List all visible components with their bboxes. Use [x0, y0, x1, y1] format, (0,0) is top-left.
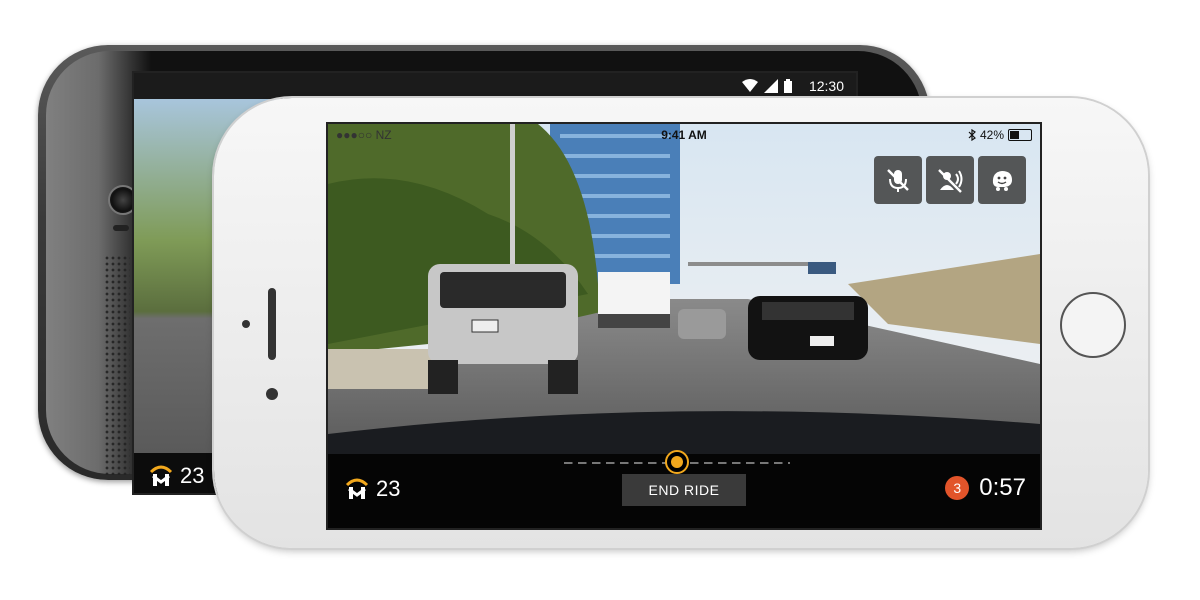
- iphone-earpiece: [268, 288, 276, 360]
- battery-status: 42%: [968, 128, 1032, 142]
- alert-count-badge: 3: [945, 476, 970, 500]
- android-sensor: [113, 225, 129, 231]
- battery-icon: [1008, 129, 1032, 141]
- android-status-bar: 12:30: [134, 73, 856, 99]
- ride-progress-knob[interactable]: [665, 450, 689, 474]
- waze-button[interactable]: [978, 156, 1026, 204]
- signal-icon: [764, 79, 778, 93]
- wifi-icon: [742, 79, 758, 92]
- android-speaker-grille: [104, 255, 130, 475]
- mute-voice-icon: [938, 169, 963, 193]
- android-score-value: 23: [180, 463, 205, 488]
- home-button[interactable]: [1060, 292, 1126, 358]
- bluetooth-icon: [968, 129, 976, 141]
- iphone-screen: ●●●○○ NZ 9:41 AM 42% 23 END RIDE 3 0:57: [326, 122, 1042, 530]
- ios-status-bar: ●●●○○ NZ 9:41 AM 42%: [328, 124, 1040, 146]
- ride-score-value: 23: [376, 476, 401, 501]
- mute-microphone-icon: [887, 169, 909, 192]
- timer-value: 0:57: [979, 474, 1026, 501]
- waze-icon: [992, 171, 1012, 191]
- iphone-front-camera: [266, 388, 278, 400]
- android-status-time: 12:30: [808, 78, 844, 94]
- battery-icon: [784, 79, 792, 93]
- iphone: ●●●○○ NZ 9:41 AM 42% 23 END RIDE 3 0:57: [214, 98, 1148, 548]
- score-logo-icon: [345, 478, 369, 499]
- ride-timer: 3 0:57: [945, 474, 1026, 502]
- android-score: 23: [148, 463, 204, 489]
- ride-score: 23: [344, 476, 400, 502]
- iphone-sensor: [242, 320, 250, 328]
- end-ride-button[interactable]: END RIDE: [622, 474, 746, 506]
- mute-voice-button[interactable]: [926, 156, 974, 204]
- ios-status-time: 9:41 AM: [661, 128, 707, 142]
- ride-bottom-bar: 23 END RIDE 3 0:57: [328, 450, 1040, 528]
- mute-microphone-button[interactable]: [874, 156, 922, 204]
- battery-percent: 42%: [979, 128, 1004, 142]
- score-logo-icon: [149, 465, 173, 486]
